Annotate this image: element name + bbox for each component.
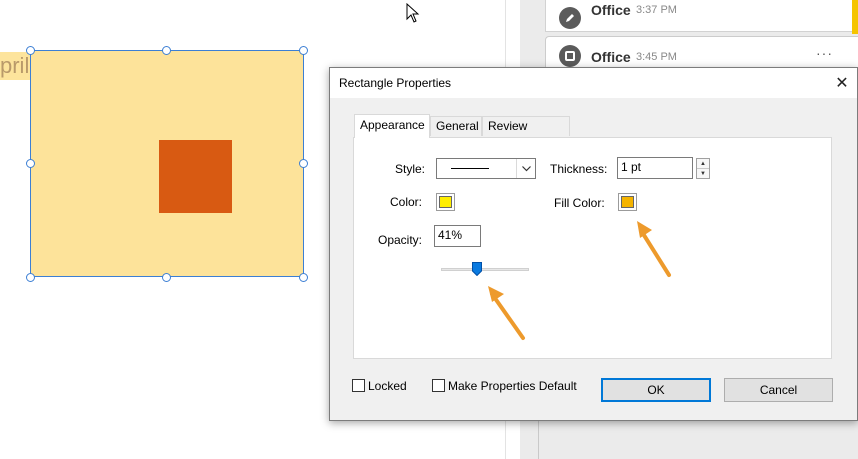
- comment-time: 3:45 PM: [636, 51, 677, 63]
- annotation-arrow-icon: [637, 221, 671, 277]
- opacity-slider-thumb[interactable]: [472, 262, 483, 276]
- annotation-arrow-icon: [488, 286, 525, 340]
- pencil-icon: [559, 7, 581, 29]
- opacity-input[interactable]: 41%: [434, 225, 481, 247]
- chevron-down-icon: [516, 159, 535, 178]
- resize-handle-top[interactable]: [162, 46, 171, 55]
- make-default-checkbox[interactable]: [432, 379, 445, 392]
- spin-up-icon[interactable]: ▲: [697, 159, 709, 168]
- selected-comment-accent: [852, 0, 858, 34]
- opacity-slider-track[interactable]: [441, 268, 529, 271]
- resize-handle-bottom-right[interactable]: [299, 273, 308, 282]
- rectangle-properties-dialog: Rectangle Properties ✕ Appearance Genera…: [329, 67, 858, 421]
- color-label: Color:: [390, 195, 423, 209]
- cancel-button[interactable]: Cancel: [724, 378, 833, 402]
- mouse-cursor-icon: [406, 3, 420, 23]
- style-select[interactable]: [436, 158, 536, 179]
- comment-author: Office: [591, 2, 631, 18]
- locked-checkbox[interactable]: [352, 379, 365, 392]
- dialog-titlebar: Rectangle Properties ✕: [330, 68, 857, 98]
- ok-button[interactable]: OK: [601, 378, 711, 402]
- resize-handle-bottom[interactable]: [162, 273, 171, 282]
- opacity-label: Opacity:: [378, 233, 423, 247]
- color-swatch-button[interactable]: [436, 193, 455, 211]
- locked-label: Locked: [368, 379, 407, 393]
- fill-color-label: Fill Color:: [554, 196, 605, 210]
- resize-handle-top-left[interactable]: [26, 46, 35, 55]
- thickness-stepper[interactable]: ▲ ▼: [696, 158, 710, 179]
- comment-card[interactable]: Office 3:37 PM: [545, 0, 858, 32]
- comment-time: 3:37 PM: [636, 4, 677, 16]
- resize-handle-top-right[interactable]: [299, 46, 308, 55]
- spin-down-icon[interactable]: ▼: [697, 168, 709, 178]
- dialog-title: Rectangle Properties: [339, 76, 452, 90]
- rectangle-icon: [559, 45, 581, 67]
- tab-appearance[interactable]: Appearance: [354, 114, 430, 138]
- tab-review-history[interactable]: Review History: [482, 116, 570, 152]
- comment-author: Office: [591, 49, 631, 65]
- stroke-color-swatch: [439, 196, 452, 208]
- more-options-icon[interactable]: ···: [816, 45, 833, 61]
- tab-general[interactable]: General: [430, 116, 482, 136]
- thickness-input[interactable]: 1 pt: [617, 157, 693, 179]
- line-style-preview: [451, 168, 489, 169]
- make-default-label: Make Properties Default: [448, 379, 577, 393]
- close-icon[interactable]: ✕: [827, 68, 857, 98]
- fill-color-swatch: [621, 196, 634, 208]
- fill-color-swatch-button[interactable]: [618, 193, 637, 211]
- orange-square-shape: [159, 140, 232, 213]
- resize-handle-left[interactable]: [26, 159, 35, 168]
- resize-handle-bottom-left[interactable]: [26, 273, 35, 282]
- style-label: Style:: [395, 162, 426, 176]
- thickness-label: Thickness:: [550, 162, 608, 176]
- resize-handle-right[interactable]: [299, 159, 308, 168]
